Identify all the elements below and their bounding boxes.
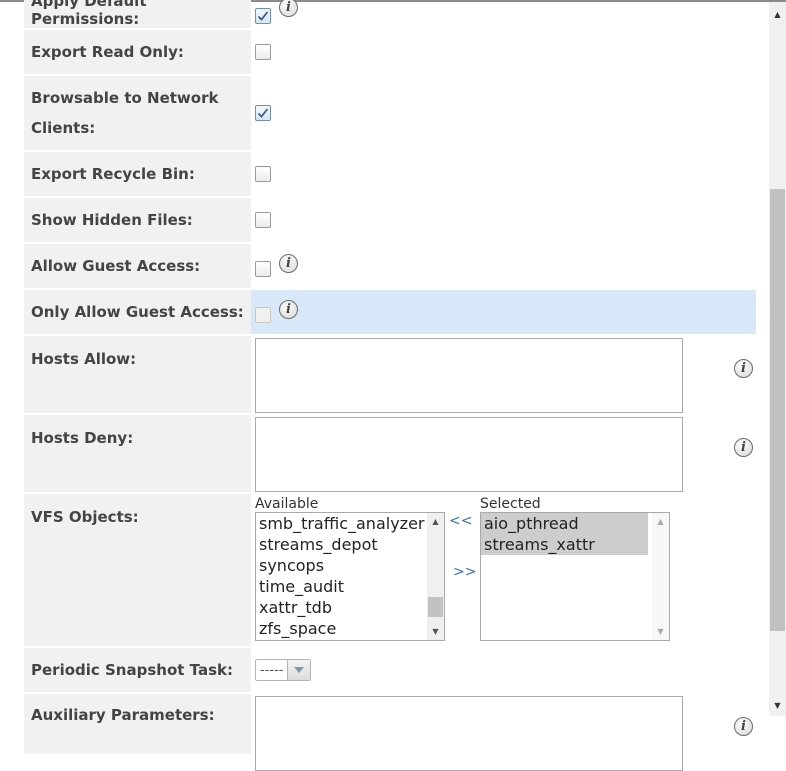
- vfs-selected-scrollbar[interactable]: ▲ ▼: [652, 513, 669, 640]
- export-recycle-bin-label: Export Recycle Bin:: [24, 152, 251, 196]
- vfs-available-listbox[interactable]: smb_traffic_analyzer streams_depot synco…: [255, 512, 445, 641]
- row-export-read-only: Export Read Only:: [24, 30, 756, 76]
- list-item[interactable]: smb_traffic_analyzer: [256, 513, 444, 534]
- scroll-down-arrow-icon[interactable]: ▼: [652, 623, 669, 640]
- row-apply-default-permissions: Apply Default Permissions: i: [24, 0, 756, 30]
- list-item[interactable]: aio_pthread: [481, 513, 648, 534]
- scroll-up-arrow-icon[interactable]: ▲: [427, 513, 444, 530]
- page-scrollbar[interactable]: ▲ ▼: [769, 2, 786, 716]
- info-icon[interactable]: i: [279, 0, 298, 17]
- row-hosts-allow: Hosts Allow: i: [24, 336, 756, 415]
- vfs-available-scrollbar[interactable]: ▲ ▼: [427, 513, 444, 640]
- hosts-deny-textarea[interactable]: [255, 417, 683, 492]
- list-item[interactable]: xattr_tdb: [256, 597, 444, 618]
- scroll-down-arrow-icon[interactable]: ▼: [427, 623, 444, 640]
- only-allow-guest-access-label: Only Allow Guest Access:: [24, 290, 251, 334]
- list-item[interactable]: syncops: [256, 555, 444, 576]
- scroll-thumb[interactable]: [428, 597, 443, 617]
- checkmark-icon: [257, 108, 269, 118]
- list-item[interactable]: streams_depot: [256, 534, 444, 555]
- row-show-hidden-files: Show Hidden Files:: [24, 198, 756, 244]
- move-left-button[interactable]: <<: [449, 513, 472, 529]
- list-item[interactable]: zfs_space: [256, 618, 444, 639]
- row-browsable: Browsable to Network Clients:: [24, 76, 756, 152]
- only-allow-guest-access-checkbox[interactable]: [255, 307, 271, 323]
- row-only-allow-guest-access: Only Allow Guest Access: i: [24, 290, 756, 336]
- auxiliary-parameters-textarea[interactable]: [255, 696, 683, 771]
- hosts-deny-label: Hosts Deny:: [24, 415, 251, 492]
- apply-default-permissions-label: Apply Default Permissions:: [24, 0, 251, 28]
- export-read-only-label: Export Read Only:: [24, 30, 251, 74]
- scroll-up-arrow-icon[interactable]: ▲: [652, 513, 669, 530]
- row-vfs-objects: VFS Objects: Available smb_traffic_analy…: [24, 494, 756, 648]
- row-hosts-deny: Hosts Deny: i: [24, 415, 756, 494]
- vfs-available-label: Available: [255, 496, 319, 512]
- info-icon[interactable]: i: [734, 359, 753, 378]
- export-read-only-checkbox[interactable]: [255, 44, 271, 60]
- chevron-down-icon[interactable]: [287, 660, 311, 680]
- move-right-button[interactable]: >>: [453, 564, 476, 580]
- hosts-allow-label: Hosts Allow:: [24, 336, 251, 413]
- browsable-checkbox[interactable]: [255, 105, 271, 121]
- export-recycle-bin-checkbox[interactable]: [255, 166, 271, 182]
- info-icon[interactable]: i: [279, 299, 298, 319]
- periodic-snapshot-task-label: Periodic Snapshot Task:: [24, 648, 251, 692]
- vfs-selected-listbox[interactable]: aio_pthread streams_xattr ▲ ▼: [480, 512, 670, 641]
- hosts-allow-textarea[interactable]: [255, 338, 683, 413]
- row-auxiliary-parameters: Auxiliary Parameters: i: [24, 694, 756, 771]
- row-export-recycle-bin: Export Recycle Bin:: [24, 152, 756, 198]
- scroll-down-arrow-icon[interactable]: ▼: [769, 697, 786, 714]
- info-icon[interactable]: i: [734, 438, 753, 457]
- checkmark-icon: [257, 11, 269, 21]
- info-icon[interactable]: i: [279, 253, 298, 273]
- cifs-share-form: Apply Default Permissions: i Export Read…: [24, 0, 756, 771]
- scroll-up-arrow-icon[interactable]: ▲: [769, 6, 786, 23]
- row-allow-guest-access: Allow Guest Access: i: [24, 244, 756, 290]
- row-periodic-snapshot-task: Periodic Snapshot Task: -----: [24, 648, 756, 694]
- apply-default-permissions-checkbox[interactable]: [255, 8, 271, 24]
- periodic-snapshot-task-value: -----: [260, 662, 284, 678]
- show-hidden-files-label: Show Hidden Files:: [24, 198, 251, 242]
- periodic-snapshot-task-select[interactable]: -----: [255, 659, 312, 681]
- allow-guest-access-checkbox[interactable]: [255, 261, 271, 277]
- vfs-selected-label: Selected: [480, 496, 541, 512]
- page-scroll-thumb[interactable]: [770, 189, 785, 631]
- list-item[interactable]: time_audit: [256, 576, 444, 597]
- allow-guest-access-label: Allow Guest Access:: [24, 244, 251, 288]
- list-item[interactable]: streams_xattr: [481, 534, 648, 555]
- browsable-label: Browsable to Network Clients:: [24, 76, 251, 150]
- info-icon[interactable]: i: [734, 717, 753, 736]
- auxiliary-parameters-label: Auxiliary Parameters:: [24, 694, 251, 754]
- show-hidden-files-checkbox[interactable]: [255, 212, 271, 228]
- vfs-objects-label: VFS Objects:: [24, 494, 251, 646]
